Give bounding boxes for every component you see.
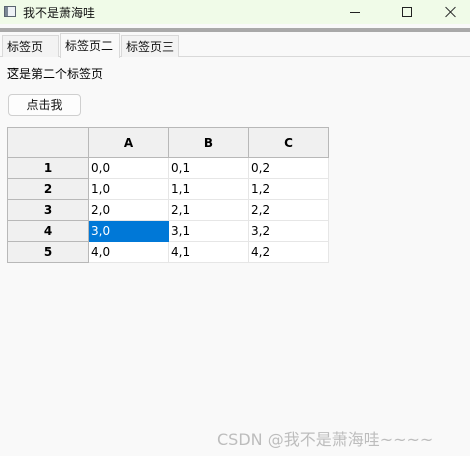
- column-header-c[interactable]: C: [249, 127, 329, 158]
- minimize-icon: [350, 11, 360, 13]
- maximize-button[interactable]: [384, 0, 430, 24]
- table-cell-selected[interactable]: 3,0: [89, 221, 169, 242]
- table-cell[interactable]: 0,1: [169, 158, 249, 179]
- table-cell[interactable]: 0,0: [89, 158, 169, 179]
- row-header-5[interactable]: 5: [7, 242, 89, 263]
- tab-description: 这是第二个标签页: [7, 67, 104, 81]
- table-cell[interactable]: 2,2: [249, 200, 329, 221]
- row-header-1[interactable]: 1: [7, 158, 89, 179]
- tab-bar: 标签页一 标签页二 标签页三: [0, 33, 470, 76]
- column-header-b[interactable]: B: [169, 127, 249, 158]
- row-header-4[interactable]: 4: [7, 221, 89, 242]
- tab-3[interactable]: 标签页三: [121, 35, 179, 57]
- table-cell[interactable]: 3,2: [249, 221, 329, 242]
- minimize-button[interactable]: [332, 0, 378, 24]
- tab-2[interactable]: 标签页二: [60, 33, 120, 58]
- table-cell[interactable]: 0,2: [249, 158, 329, 179]
- table-cell[interactable]: 2,1: [169, 200, 249, 221]
- table-cell[interactable]: 1,2: [249, 179, 329, 200]
- close-button[interactable]: [428, 0, 470, 24]
- window-app-icon: [4, 6, 16, 17]
- table-cell[interactable]: 1,0: [89, 179, 169, 200]
- title-bar-border: [0, 28, 470, 32]
- column-header-a[interactable]: A: [89, 127, 169, 158]
- title-bar: 我不是萧海哇: [0, 0, 470, 24]
- close-icon: [445, 6, 457, 18]
- row-header-2[interactable]: 2: [7, 179, 89, 200]
- table-cell[interactable]: 1,1: [169, 179, 249, 200]
- table-cell[interactable]: 3,1: [169, 221, 249, 242]
- table-cell[interactable]: 2,0: [89, 200, 169, 221]
- row-header-3[interactable]: 3: [7, 200, 89, 221]
- click-me-button[interactable]: 点击我: [8, 94, 81, 116]
- maximize-icon: [402, 7, 412, 17]
- table-cell[interactable]: 4,2: [249, 242, 329, 263]
- window-title: 我不是萧海哇: [23, 6, 96, 20]
- tab-1[interactable]: 标签页一: [2, 35, 59, 76]
- table-cell[interactable]: 4,1: [169, 242, 249, 263]
- table-cell[interactable]: 4,0: [89, 242, 169, 263]
- watermark: CSDN @我不是萧海哇~~~~: [217, 430, 434, 449]
- table-corner[interactable]: [7, 127, 89, 158]
